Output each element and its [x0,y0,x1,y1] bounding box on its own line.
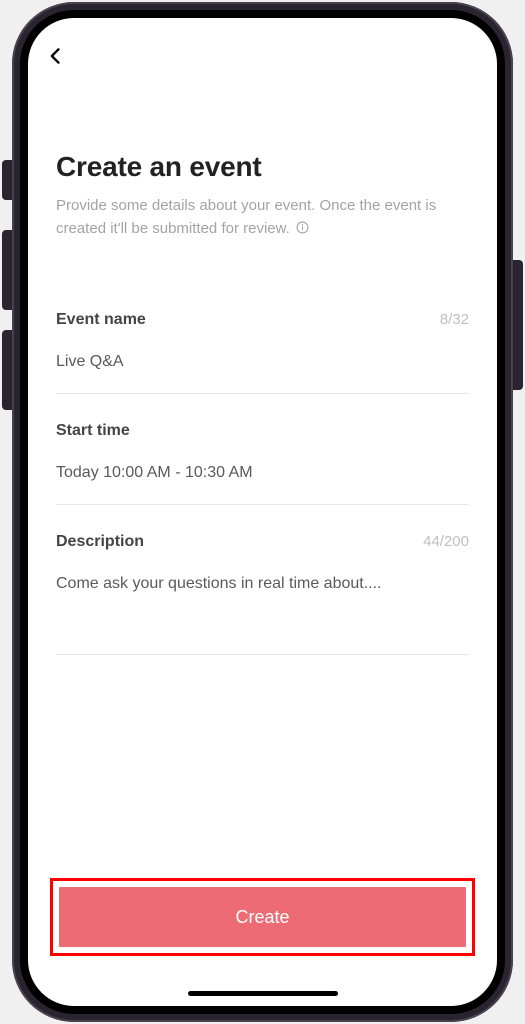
annotation-highlight: Create [50,878,475,956]
description-label: Description [56,533,144,551]
page-subtitle: Provide some details about your event. O… [56,195,469,241]
event-name-counter: 8/32 [440,311,469,328]
start-time-field[interactable]: Start time Today 10:00 AM - 10:30 AM [56,422,469,505]
page-title: Create an event [56,151,469,183]
description-field[interactable]: Description 44/200 Come ask your questio… [56,533,469,655]
header [28,18,497,71]
event-name-field[interactable]: Event name 8/32 Live Q&A [56,311,469,394]
home-indicator[interactable] [188,991,338,996]
phone-power-button [513,260,523,390]
description-counter: 44/200 [423,533,469,550]
start-time-label: Start time [56,422,130,440]
phone-volume-up [2,230,12,310]
phone-inner: Create an event Provide some details abo… [20,10,505,1014]
description-value[interactable]: Come ask your questions in real time abo… [56,575,469,655]
event-name-value[interactable]: Live Q&A [56,353,469,394]
screen: Create an event Provide some details abo… [28,18,497,1006]
subtitle-text: Provide some details about your event. O… [56,197,436,237]
start-time-value[interactable]: Today 10:00 AM - 10:30 AM [56,464,469,505]
info-icon[interactable] [296,219,309,242]
form: Event name 8/32 Live Q&A Start time Toda… [56,311,469,655]
create-button-label: Create [235,907,289,928]
event-name-label: Event name [56,311,146,329]
create-button[interactable]: Create [59,887,466,947]
footer: Create [28,878,497,1006]
phone-volume-down [2,330,12,410]
content: Create an event Provide some details abo… [28,71,497,878]
phone-silent-switch [2,160,12,200]
back-icon[interactable] [46,46,70,70]
phone-frame: Create an event Provide some details abo… [12,2,513,1022]
